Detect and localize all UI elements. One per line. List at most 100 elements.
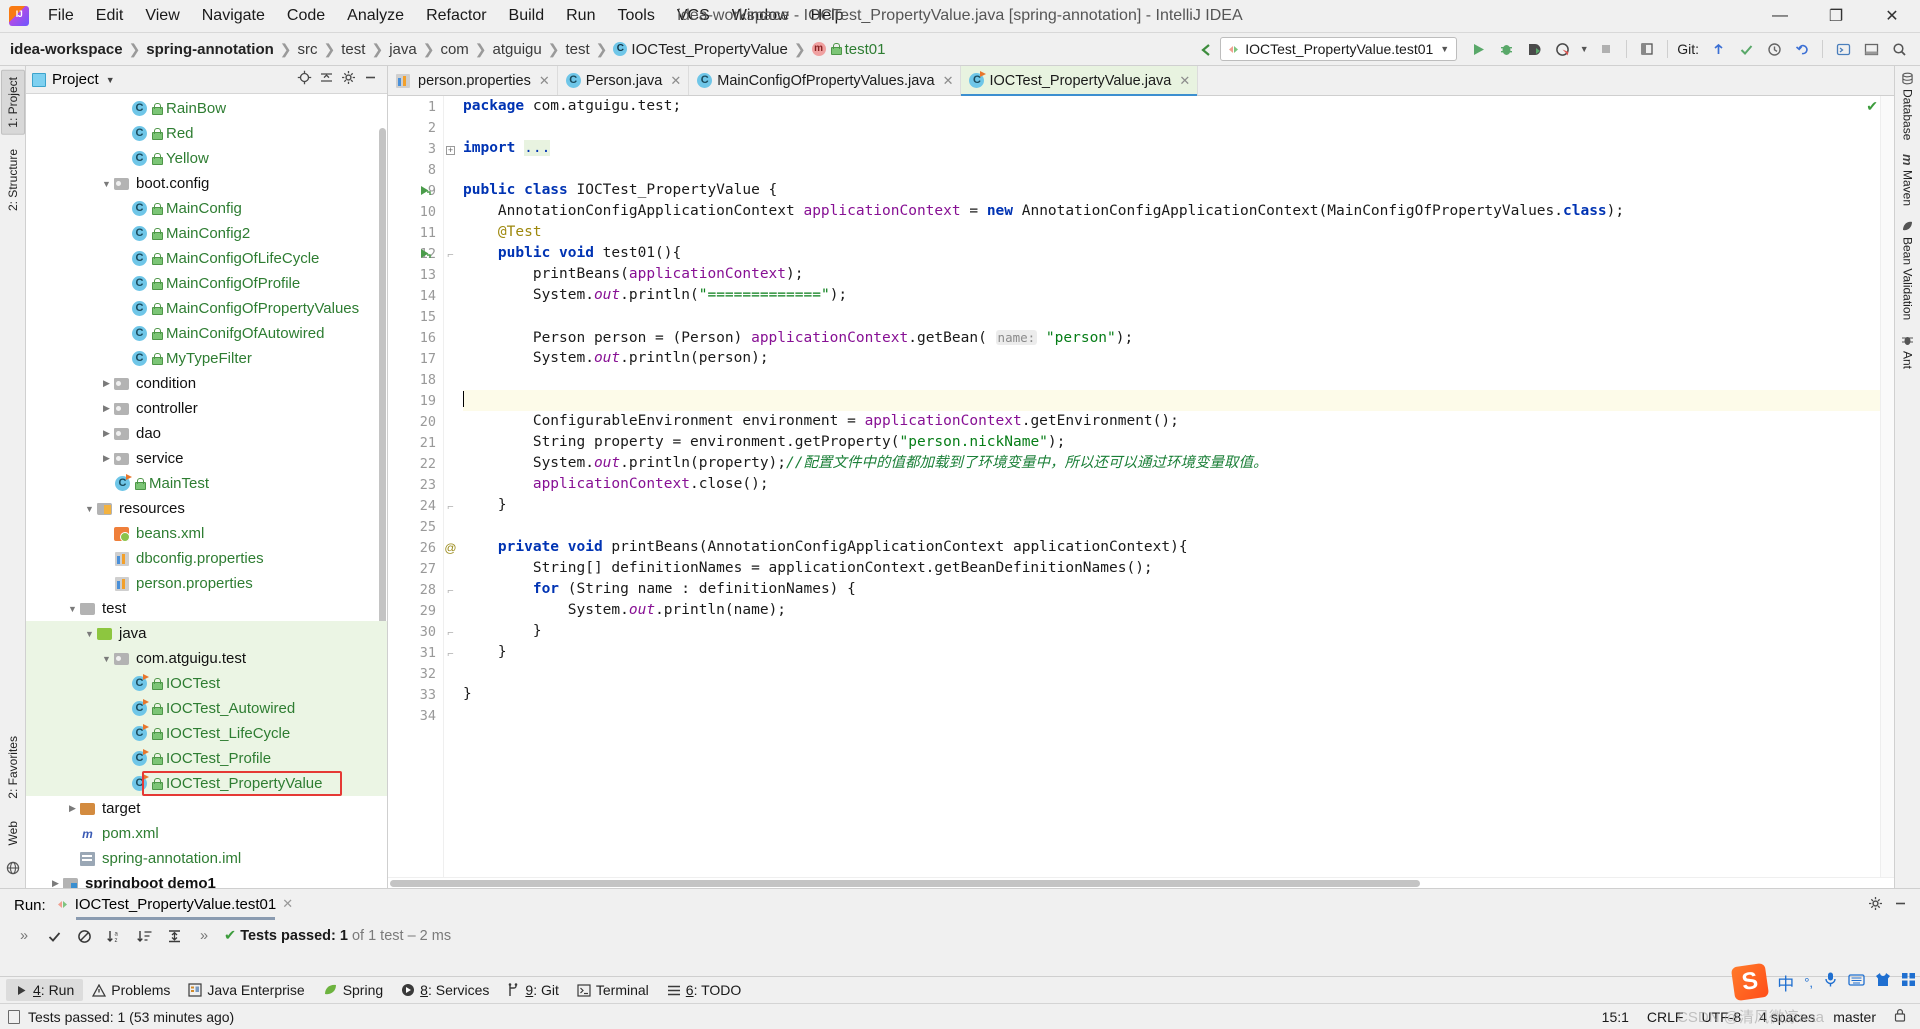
run-tab[interactable]: IOCTest_PropertyValue.test01 ✕ xyxy=(56,896,293,920)
gutter-line-20[interactable]: 20 xyxy=(388,411,443,432)
tree-node-dao[interactable]: ▶ dao xyxy=(26,421,387,446)
code-line-18[interactable] xyxy=(463,369,1894,390)
breadcrumb-class[interactable]: C IOCTest_PropertyValue xyxy=(613,41,788,58)
tree-node-mainconfig[interactable]: C MainConfig xyxy=(26,196,387,221)
gutter-line-25[interactable]: 25 xyxy=(388,516,443,537)
tree-node-rainbow[interactable]: C RainBow xyxy=(26,96,387,121)
tree-node-condition[interactable]: ▶ condition xyxy=(26,371,387,396)
fold-expand-icon[interactable]: + xyxy=(446,140,455,158)
twisty-expanded-icon[interactable]: ▼ xyxy=(98,654,115,664)
gutter-line-31[interactable]: 31 xyxy=(388,642,443,663)
gutter-line-21[interactable]: 21 xyxy=(388,432,443,453)
settings-icon[interactable] xyxy=(341,70,356,89)
gutter-line-29[interactable]: 29 xyxy=(388,600,443,621)
tree-node-person-properties[interactable]: person.properties xyxy=(26,571,387,596)
gutter-line-2[interactable]: 2 xyxy=(388,117,443,138)
gutter-line-15[interactable]: 15 xyxy=(388,306,443,327)
fold-collapse-icon[interactable]: ⌐ xyxy=(447,497,453,515)
gutter-line-3[interactable]: 3 xyxy=(388,138,443,159)
menu-vcs[interactable]: VCS xyxy=(666,3,721,29)
editor-tab-person-java[interactable]: C Person.java ✕ xyxy=(558,66,690,95)
locate-icon[interactable] xyxy=(297,70,312,89)
menu-file[interactable]: File xyxy=(37,3,85,29)
code-line-20[interactable]: ConfigurableEnvironment environment = ap… xyxy=(463,411,1894,432)
show-passed-icon[interactable] xyxy=(44,929,64,944)
stop-icon[interactable] xyxy=(1593,37,1619,61)
twisty-expanded-icon[interactable]: ▼ xyxy=(81,629,98,639)
editor-tab-ioctest-propertyvalue-java[interactable]: C IOCTest_PropertyValue.java ✕ xyxy=(961,66,1199,96)
breadcrumb-java[interactable]: java xyxy=(389,41,417,58)
code-line-31[interactable]: } xyxy=(463,642,1894,663)
breadcrumb-idea-workspace[interactable]: idea-workspace xyxy=(10,41,123,58)
code-line-29[interactable]: System.out.println(name); xyxy=(463,600,1894,621)
twisty-collapsed-icon[interactable]: ▶ xyxy=(98,403,115,414)
tree-node-ioctest-lifecycle[interactable]: C IOCTest_LifeCycle xyxy=(26,721,387,746)
fold-collapse-icon[interactable]: ⌐ xyxy=(447,623,453,641)
code-line-27[interactable]: String[] definitionNames = applicationCo… xyxy=(463,558,1894,579)
breadcrumb-spring-annotation[interactable]: spring-annotation xyxy=(146,41,274,58)
run-test-gutter-icon[interactable] xyxy=(418,184,431,197)
tree-node-dbconfig-properties[interactable]: dbconfig.properties xyxy=(26,546,387,571)
code-line-28[interactable]: for (String name : definitionNames) { xyxy=(463,579,1894,600)
chevron-down-icon[interactable]: ▼ xyxy=(106,75,115,85)
breadcrumb-src[interactable]: src xyxy=(298,41,318,58)
commit-icon[interactable] xyxy=(1733,37,1759,61)
sidebar-item-favorites[interactable]: 2: Favorites xyxy=(2,730,24,805)
fold-collapse-icon[interactable]: ⌐ xyxy=(447,581,453,599)
code-line-26[interactable]: private void printBeans(AnnotationConfig… xyxy=(463,537,1894,558)
tree-node-test[interactable]: ▼ test xyxy=(26,596,387,621)
microphone-icon[interactable] xyxy=(1823,971,1838,993)
close-icon[interactable]: ✕ xyxy=(670,73,681,89)
code-line-15[interactable] xyxy=(463,306,1894,327)
twisty-expanded-icon[interactable]: ▼ xyxy=(98,179,115,189)
tree-node-controller[interactable]: ▶ controller xyxy=(26,396,387,421)
twisty-expanded-icon[interactable]: ▼ xyxy=(81,504,98,514)
panel-toggle-icon[interactable] xyxy=(1858,37,1884,61)
minimize-icon[interactable] xyxy=(1893,896,1908,915)
tree-node-resources[interactable]: ▼ resources xyxy=(26,496,387,521)
web-icon[interactable] xyxy=(6,861,20,884)
sidebar-item-ant[interactable]: Ant xyxy=(1901,334,1915,369)
keyboard-icon[interactable] xyxy=(1848,972,1865,992)
tree-node-target[interactable]: ▶ target xyxy=(26,796,387,821)
maximize-button[interactable]: ❐ xyxy=(1808,0,1864,32)
tree-node-ioctest-propertyvalue[interactable]: C IOCTest_PropertyValue xyxy=(26,771,387,796)
editor-horizontal-scrollbar[interactable] xyxy=(388,877,1894,888)
sidebar-item-web[interactable]: Web xyxy=(2,815,24,851)
twisty-collapsed-icon[interactable]: ▶ xyxy=(98,428,115,439)
tree-node-boot-config[interactable]: ▼ boot.config xyxy=(26,171,387,196)
tree-node-mainconfig2[interactable]: C MainConfig2 xyxy=(26,221,387,246)
close-icon[interactable]: ✕ xyxy=(1179,73,1190,89)
expand-icon[interactable]: » xyxy=(14,928,34,944)
code-line-12[interactable]: public void test01(){ xyxy=(463,243,1894,264)
gutter-line-1[interactable]: 1 xyxy=(388,96,443,117)
breadcrumb-method[interactable]: m test01 xyxy=(811,41,885,58)
sidebar-item-bean-validation[interactable]: Bean Validation xyxy=(1901,220,1915,320)
close-icon[interactable]: ✕ xyxy=(282,896,293,912)
tree-node-yellow[interactable]: C Yellow xyxy=(26,146,387,171)
gutter-line-30[interactable]: 30 xyxy=(388,621,443,642)
code-line-19[interactable] xyxy=(463,390,1894,411)
profile-icon[interactable] xyxy=(1549,37,1575,61)
close-icon[interactable]: ✕ xyxy=(539,73,550,89)
gutter-line-14[interactable]: 14 xyxy=(388,285,443,306)
close-button[interactable]: ✕ xyxy=(1864,0,1920,32)
skin-icon[interactable] xyxy=(1875,972,1891,992)
editor-gutter[interactable]: 1238910111213141516171819202122232425262… xyxy=(388,96,444,877)
expand-collapse-icon[interactable] xyxy=(164,929,184,944)
twisty-collapsed-icon[interactable]: ▶ xyxy=(47,878,64,888)
gutter-line-32[interactable]: 32 xyxy=(388,663,443,684)
more-icon[interactable]: » xyxy=(194,928,214,944)
menu-analyze[interactable]: Analyze xyxy=(336,3,415,29)
tree-node-red[interactable]: C Red xyxy=(26,121,387,146)
gutter-line-34[interactable]: 34 xyxy=(388,705,443,726)
search-everywhere-icon[interactable] xyxy=(1886,37,1912,61)
tree-node-mytypefilter[interactable]: C MyTypeFilter xyxy=(26,346,387,371)
sogou-ime-icon[interactable]: S xyxy=(1730,962,1770,1002)
twisty-expanded-icon[interactable]: ▼ xyxy=(64,604,81,614)
tree-node-java[interactable]: ▼ java xyxy=(26,621,387,646)
back-arrow-icon[interactable] xyxy=(1192,37,1218,61)
gutter-line-12[interactable]: 12 xyxy=(388,243,443,264)
breadcrumb-test[interactable]: test xyxy=(341,41,365,58)
code-line-14[interactable]: System.out.println("============="); xyxy=(463,285,1894,306)
